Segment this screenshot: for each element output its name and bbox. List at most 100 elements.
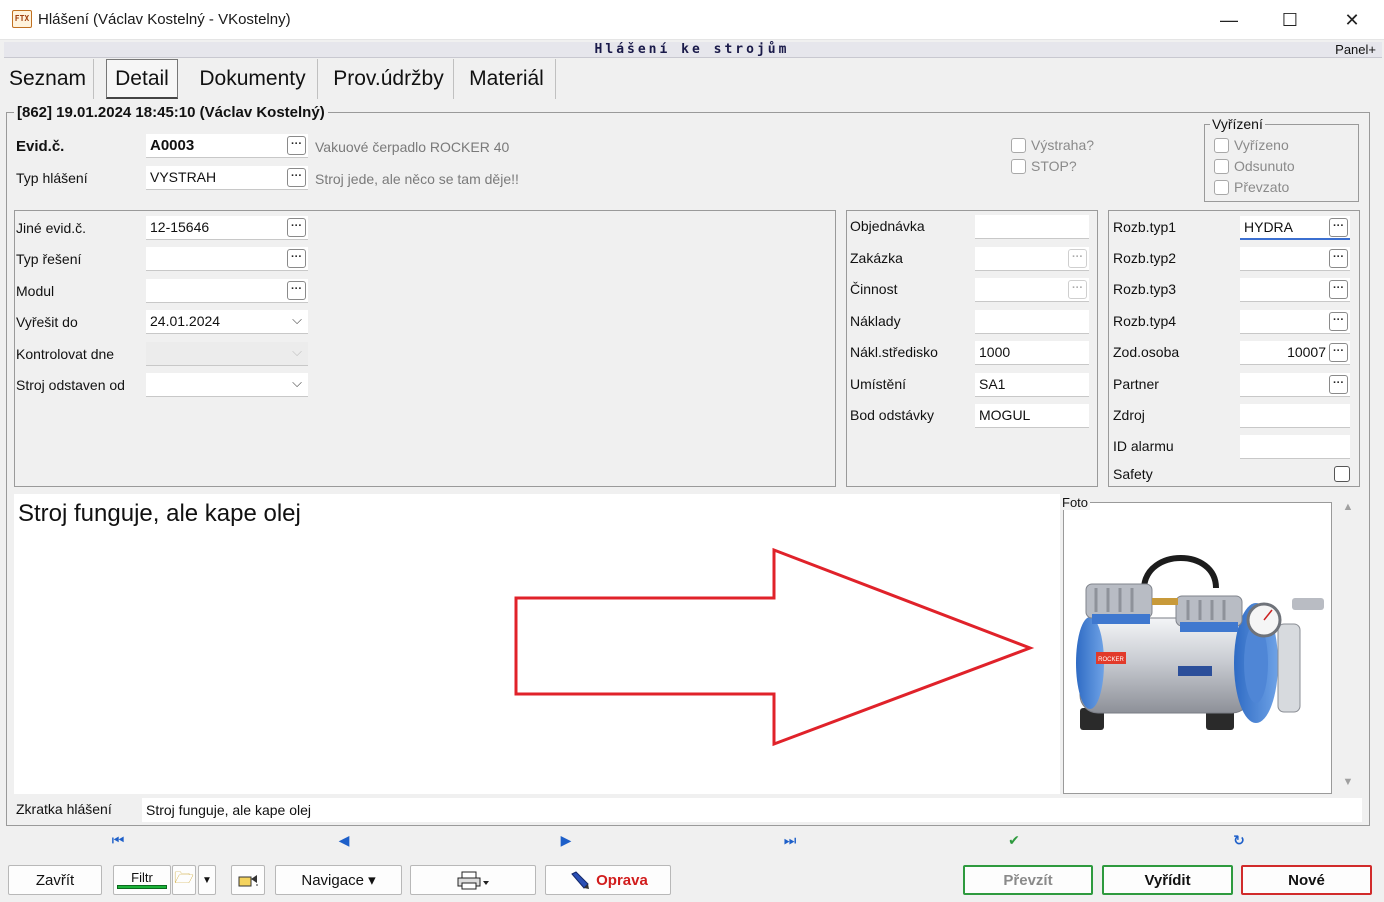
evid-label: Evid.č. bbox=[16, 138, 65, 155]
open-folder-button[interactable]: 🗁 bbox=[172, 865, 196, 895]
zkratka-field[interactable]: Stroj funguje, ale kape olej bbox=[142, 798, 1362, 822]
modul-field[interactable]: ··· bbox=[146, 279, 308, 303]
kontrolovat-dne-field: ⌵ bbox=[146, 342, 308, 366]
panel-toggle-button[interactable]: Panel+ bbox=[1335, 42, 1376, 58]
record-header: [862] 19.01.2024 18:45:10 (Václav Kostel… bbox=[14, 104, 328, 121]
memo-scrollbar[interactable] bbox=[1337, 494, 1361, 794]
prevzit-button[interactable]: Převzít bbox=[963, 865, 1093, 895]
tab-seznam[interactable]: Seznam bbox=[2, 59, 94, 99]
zod-osoba-field[interactable]: 10007 ··· bbox=[1240, 341, 1350, 365]
vacuum-pump-image: ROCKER bbox=[1076, 555, 1324, 730]
scroll-down-icon[interactable]: ▼ bbox=[1341, 776, 1355, 788]
naklady-label: Náklady bbox=[850, 313, 901, 329]
vyrizeno-checkbox[interactable] bbox=[1214, 138, 1229, 153]
prev-record-icon[interactable]: ◀ bbox=[334, 832, 354, 848]
oprava-label: Oprava bbox=[596, 871, 648, 889]
jine-evid-lookup-button[interactable]: ··· bbox=[287, 218, 306, 237]
naklady-field[interactable] bbox=[975, 310, 1089, 334]
rozb-typ1-field[interactable]: HYDRA ··· bbox=[1240, 216, 1350, 240]
typ-reseni-field[interactable]: ··· bbox=[146, 247, 308, 271]
zod-osoba-value: 10007 bbox=[1287, 344, 1326, 360]
evid-field[interactable]: A0003 ··· bbox=[146, 134, 308, 158]
id-alarmu-field[interactable] bbox=[1240, 435, 1350, 459]
cinnost-lookup-button[interactable]: ··· bbox=[1068, 280, 1087, 299]
rozb-typ1-value: HYDRA bbox=[1244, 219, 1294, 235]
partner-lookup-button[interactable]: ··· bbox=[1329, 375, 1348, 394]
stroj-odstaven-field[interactable]: ⌵ bbox=[146, 373, 308, 397]
zakazka-lookup-button[interactable]: ··· bbox=[1068, 249, 1087, 268]
typ-hlaseni-description: Stroj jede, ale něco se tam děje!! bbox=[315, 171, 519, 187]
prevzato-checkbox[interactable] bbox=[1214, 180, 1229, 195]
navigace-button[interactable]: Navigace ▾ bbox=[275, 865, 402, 895]
rozb-typ2-field[interactable]: ··· bbox=[1240, 247, 1350, 271]
zkratka-value: Stroj funguje, ale kape olej bbox=[146, 802, 311, 818]
rozb-typ3-field[interactable]: ··· bbox=[1240, 278, 1350, 302]
typ-hlaseni-lookup-button[interactable]: ··· bbox=[287, 168, 306, 187]
arrow-shape bbox=[514, 547, 1035, 747]
caret-down-icon: ▼ bbox=[202, 874, 212, 886]
filter-dropdown-button[interactable]: ▼ bbox=[198, 865, 216, 895]
window-title: Hlášení (Václav Kostelný - VKostelny) bbox=[38, 11, 291, 28]
rozb-typ1-lookup-button[interactable]: ··· bbox=[1329, 218, 1348, 237]
close-window-button[interactable]: ✕ bbox=[1321, 0, 1383, 40]
vyresit-do-field[interactable]: 24.01.2024 ⌵ bbox=[146, 310, 308, 334]
safety-checkbox[interactable] bbox=[1334, 466, 1350, 482]
filtr-button[interactable]: Filtr bbox=[113, 865, 171, 895]
typ-reseni-lookup-button[interactable]: ··· bbox=[287, 249, 306, 268]
safety-label: Safety bbox=[1113, 466, 1153, 482]
zod-osoba-lookup-button[interactable]: ··· bbox=[1329, 343, 1348, 362]
scroll-up-icon[interactable]: ▲ bbox=[1341, 501, 1355, 513]
print-button[interactable] bbox=[410, 865, 536, 895]
typ-hlaseni-value: VYSTRAH bbox=[150, 169, 217, 185]
nove-button[interactable]: Nové bbox=[1241, 865, 1372, 895]
jine-evid-field[interactable]: 12-15646 ··· bbox=[146, 216, 308, 240]
vystraha-checkbox[interactable] bbox=[1011, 138, 1026, 153]
bod-odstavky-field[interactable]: MOGUL bbox=[975, 404, 1089, 428]
zdroj-field[interactable] bbox=[1240, 404, 1350, 428]
odsunuto-checkbox[interactable] bbox=[1214, 159, 1229, 174]
tab-prov-udrzby[interactable]: Prov.údržby bbox=[324, 59, 454, 99]
modul-lookup-button[interactable]: ··· bbox=[287, 281, 306, 300]
maximize-button[interactable]: ☐ bbox=[1259, 0, 1321, 40]
zdroj-label: Zdroj bbox=[1113, 407, 1145, 423]
typ-hlaseni-field[interactable]: VYSTRAH ··· bbox=[146, 166, 308, 190]
rozb-typ4-lookup-button[interactable]: ··· bbox=[1329, 312, 1348, 331]
tab-detail[interactable]: Detail bbox=[106, 59, 178, 99]
maximize-icon: ☐ bbox=[1281, 9, 1299, 30]
first-record-icon[interactable]: ⏮ bbox=[108, 832, 128, 848]
tool-button[interactable] bbox=[231, 865, 265, 895]
refresh-icon[interactable]: ↻ bbox=[1229, 832, 1249, 848]
evid-lookup-button[interactable]: ··· bbox=[287, 136, 306, 155]
nakl-stredisko-field[interactable]: 1000 bbox=[975, 341, 1089, 365]
rozb-typ3-lookup-button[interactable]: ··· bbox=[1329, 280, 1348, 299]
zavrit-button[interactable]: Zavřít bbox=[8, 865, 102, 895]
next-record-icon[interactable]: ▶ bbox=[556, 832, 576, 848]
filtr-label: Filtr bbox=[131, 870, 153, 885]
chevron-down-icon: ⌵ bbox=[292, 344, 302, 359]
confirm-check-icon[interactable]: ✔ bbox=[1004, 832, 1024, 848]
tab-dokumenty[interactable]: Dokumenty bbox=[188, 59, 318, 99]
partner-field[interactable]: ··· bbox=[1240, 373, 1350, 397]
rozb-typ2-lookup-button[interactable]: ··· bbox=[1329, 249, 1348, 268]
umisteni-field[interactable]: SA1 bbox=[975, 373, 1089, 397]
cinnost-field[interactable]: ··· bbox=[975, 278, 1089, 302]
jine-evid-label: Jiné evid.č. bbox=[16, 220, 87, 236]
objednavka-label: Objednávka bbox=[850, 218, 925, 234]
modul-label: Modul bbox=[16, 283, 55, 299]
stop-checkbox[interactable] bbox=[1011, 159, 1026, 174]
chevron-down-icon[interactable]: ⌵ bbox=[292, 375, 302, 391]
minimize-button[interactable]: — bbox=[1198, 0, 1260, 40]
stroj-odstaven-label: Stroj odstaven od bbox=[16, 377, 125, 393]
last-record-icon[interactable]: ⏭ bbox=[780, 832, 800, 848]
chevron-down-icon[interactable]: ⌵ bbox=[292, 312, 302, 328]
rozb-typ4-field[interactable]: ··· bbox=[1240, 310, 1350, 334]
close-icon: ✕ bbox=[1344, 9, 1360, 30]
vyridit-button[interactable]: Vyřídit bbox=[1102, 865, 1233, 895]
oprava-button[interactable]: Oprava bbox=[545, 865, 671, 895]
zakazka-field[interactable]: ··· bbox=[975, 247, 1089, 271]
tab-material[interactable]: Materiál bbox=[458, 59, 556, 99]
prevzato-label: Převzato bbox=[1234, 179, 1290, 195]
objednavka-field[interactable] bbox=[975, 215, 1089, 239]
zkratka-label: Zkratka hlášení bbox=[16, 801, 112, 817]
rozb-typ2-label: Rozb.typ2 bbox=[1113, 250, 1177, 266]
